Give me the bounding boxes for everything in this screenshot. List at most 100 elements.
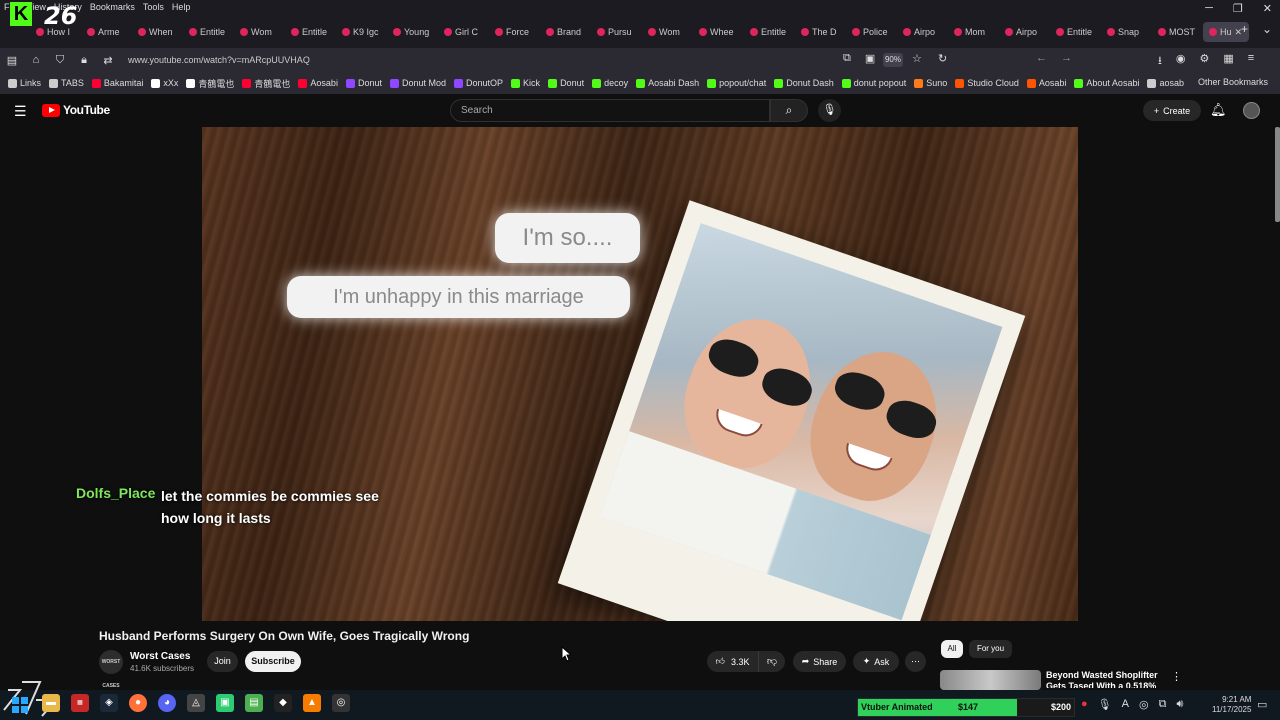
download-icon[interactable]: ⭳ [1158,52,1162,71]
app-menu-icon[interactable]: ≡ [1248,52,1254,71]
obs-icon[interactable]: ◎ [332,694,350,712]
browser-tab[interactable]: Girl C [438,22,489,42]
more-actions-button[interactable]: ⋯ [905,651,926,672]
browser-tab[interactable]: MOST [1152,22,1203,42]
menu-item-bookmarks[interactable]: Bookmarks [90,2,135,14]
notifications-center-icon[interactable]: ▭ [1257,698,1267,711]
close-window-icon[interactable]: ✕ [1263,2,1272,15]
minimize-icon[interactable]: ─ [1205,2,1213,15]
back-icon[interactable]: ← [1036,52,1047,64]
bookmark-item[interactable]: Donut Dash [774,78,834,88]
join-button[interactable]: Join [207,651,238,672]
reload-icon[interactable]: ↻ [938,52,947,65]
recommended-thumbnail[interactable] [940,670,1041,690]
bookmark-item[interactable]: 青鶴電也 [186,77,234,90]
browser-tab[interactable]: Snap [1101,22,1152,42]
home-icon[interactable]: ⌂ [24,54,48,66]
volume-icon[interactable]: 🔊︎ [1176,698,1183,711]
bookmark-item[interactable]: donut popout [841,78,906,88]
tab-list-icon[interactable]: ⌄ [1262,22,1272,36]
bookmark-item[interactable]: Donut [548,78,584,88]
bookmark-item[interactable]: Studio Cloud [955,78,1019,88]
microphone-tray-icon[interactable]: 🎙︎ [1098,698,1112,711]
subscribe-button[interactable]: Subscribe [245,651,301,672]
account-icon[interactable]: ◉ [1176,52,1186,71]
browser-tab[interactable]: Entitle [1050,22,1101,42]
bookmark-item[interactable]: Donut [345,78,382,88]
extensions-icon[interactable]: ⚙ [1199,52,1209,71]
user-avatar[interactable] [1243,102,1260,119]
bookmark-item[interactable]: decoy [592,78,628,88]
recommended-title[interactable]: Beyond Wasted Shoplifter Gets Tased With… [1046,670,1166,688]
discord-icon[interactable]: ◕ [158,694,176,712]
app-cat-icon[interactable]: ◬ [187,694,205,712]
steam-icon[interactable]: ◈ [100,694,118,712]
spreadsheet-icon[interactable]: ▤ [245,694,263,712]
youtube-logo[interactable]: YouTube [42,103,110,117]
browser-tab[interactable]: K9 Igc [336,22,387,42]
forward-icon[interactable]: → [1061,52,1072,64]
page-scrollbar[interactable] [1275,127,1280,222]
record-icon[interactable]: ● [1081,698,1088,711]
language-icon[interactable]: A [1122,698,1129,711]
sidebar-icon[interactable]: ▤ [0,54,24,67]
browser-tab[interactable]: Force [489,22,540,42]
bookmark-item[interactable]: Links [8,78,41,88]
firefox-icon[interactable]: ● [129,694,147,712]
browser-tab[interactable]: Wom [642,22,693,42]
bookmark-item[interactable]: popout/chat [707,78,766,88]
vlc-icon[interactable]: ▲ [303,694,321,712]
browser-tab[interactable]: Entitle [183,22,234,42]
url-bar[interactable]: www.youtube.com/watch?v=mARcpUUVHAQ [128,55,310,65]
video-player[interactable]: I'm so.... I'm unhappy in this marriage [202,127,1078,621]
sync-icon[interactable]: ◎ [1139,698,1149,711]
browser-tab[interactable]: Brand [540,22,591,42]
browser-tab[interactable]: Mom [948,22,999,42]
shield-icon[interactable]: ⛉ [48,54,72,67]
browser-tab[interactable]: How I [30,22,81,42]
browser-tab[interactable]: Arme [81,22,132,42]
create-button[interactable]: + Create [1143,100,1201,121]
menu-item-tools[interactable]: Tools [143,2,164,14]
bookmark-item[interactable]: xXx [151,78,178,88]
bookmark-item[interactable]: 青鶴電也 [242,77,290,90]
start-button[interactable] [12,697,28,713]
lock-icon[interactable]: 🔒︎ [72,54,96,67]
bookmark-item[interactable]: Kick [511,78,540,88]
chip-all[interactable]: All [941,640,963,658]
notifications-icon[interactable]: 🔔︎ [1210,102,1227,118]
browser-tab[interactable]: Whee [693,22,744,42]
chip-for-you[interactable]: For you [969,640,1012,658]
bookmark-item[interactable]: TABS [49,78,84,88]
bookmark-item[interactable]: Donut Mod [389,78,446,88]
share-button[interactable]: ➦ Share [793,651,846,672]
browser-tab[interactable]: Young [387,22,438,42]
recommended-more-icon[interactable]: ⋮ [1171,670,1182,683]
bookmark-star-icon[interactable]: ☆ [912,52,922,65]
bookmark-item[interactable]: Aosabi Dash [636,78,699,88]
green-app-icon[interactable]: ▣ [216,694,234,712]
browser-tab[interactable]: Pursu [591,22,642,42]
media-app-icon[interactable]: ▦ [71,694,89,712]
channel-name[interactable]: Worst Cases [130,651,190,662]
system-clock[interactable]: 9:21 AM 11/17/2025 [1212,695,1251,715]
zoom-level[interactable]: 90% [883,53,903,67]
browser-tab[interactable]: Entitle [744,22,795,42]
browser-tab[interactable]: Police [846,22,897,42]
bookmark-item[interactable]: Aosabi [298,78,338,88]
search-button[interactable]: ⌕ [770,99,808,122]
browser-tab[interactable]: Airpo [897,22,948,42]
bookmark-item[interactable]: aosab [1147,78,1184,88]
dislike-button[interactable]: 👎︎ [758,651,785,672]
reader-icon[interactable]: ▣ [865,52,875,65]
browser-tab[interactable]: Wom [234,22,285,42]
menu-item-help[interactable]: Help [172,2,191,14]
bookmark-item[interactable]: About Aosabi [1074,78,1139,88]
bookmark-item[interactable]: DonutOP [454,78,503,88]
ask-button[interactable]: ✦ Ask [853,651,899,672]
extension-badge-icon[interactable]: ▦ [1223,52,1233,71]
diamond-app-icon[interactable]: ◆ [274,694,292,712]
restore-icon[interactable]: ❐ [1233,2,1243,15]
bookmark-item[interactable]: Bakamitai [91,78,143,88]
browser-tab[interactable]: The D [795,22,846,42]
